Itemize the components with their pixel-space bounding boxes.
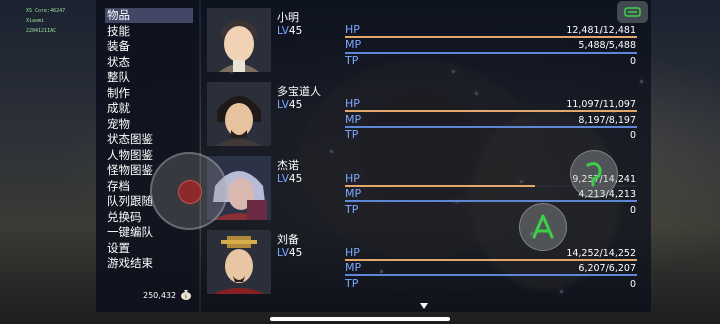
mp-bar bbox=[345, 274, 637, 276]
hp-bar-fill bbox=[345, 259, 637, 261]
tp-label: TP bbox=[345, 277, 359, 290]
virtual-joystick[interactable] bbox=[150, 152, 228, 230]
level-label: LV bbox=[277, 25, 289, 37]
mp-bar bbox=[345, 200, 637, 202]
level-value: 45 bbox=[288, 25, 303, 37]
hp-bar-fill bbox=[345, 110, 637, 112]
debug-line: Xiaomi bbox=[26, 18, 45, 24]
character-name: 刘备 bbox=[277, 233, 299, 246]
menu-item-formation[interactable]: 整队 bbox=[105, 70, 193, 85]
hp-value: 14,252/14,252 bbox=[566, 248, 636, 259]
mp-bar-fill bbox=[345, 52, 637, 54]
cancel-button[interactable] bbox=[570, 150, 618, 198]
mp-label: MP bbox=[345, 261, 362, 274]
mp-value: 8,197/8,197 bbox=[578, 115, 636, 126]
tp-value: 0 bbox=[629, 205, 636, 216]
scroll-down-arrow-icon[interactable] bbox=[419, 302, 429, 310]
hp-bar bbox=[345, 259, 637, 261]
gold-amount: 250,432 bbox=[143, 291, 177, 300]
mp-label: MP bbox=[345, 113, 362, 126]
menu-icon bbox=[624, 7, 641, 17]
portrait-xiaoming[interactable] bbox=[207, 8, 271, 72]
mp-label: MP bbox=[345, 38, 362, 51]
confirm-triangle-icon bbox=[532, 214, 554, 239]
character-level: LV45 bbox=[277, 99, 302, 111]
money-bag-icon: $ bbox=[181, 290, 191, 300]
hp-value: 11,097/11,097 bbox=[566, 99, 636, 110]
confirm-button[interactable] bbox=[519, 203, 567, 251]
hp-bar-fill bbox=[345, 185, 535, 187]
character-name: 多宝道人 bbox=[277, 85, 321, 98]
cancel-icon bbox=[586, 162, 602, 187]
menu-item-crafting[interactable]: 制作 bbox=[105, 86, 193, 101]
hp-bar-fill bbox=[345, 36, 637, 38]
mp-bar-fill bbox=[345, 200, 637, 202]
debug-line: 2204121IAC bbox=[26, 28, 57, 34]
level-label: LV bbox=[277, 173, 289, 185]
menu-item-status-codex[interactable]: 状态图鉴 bbox=[105, 132, 193, 147]
menu-button[interactable] bbox=[617, 1, 648, 23]
hp-bar bbox=[345, 110, 637, 112]
menu-item-settings[interactable]: 设置 bbox=[105, 241, 193, 256]
level-value: 45 bbox=[288, 173, 303, 185]
mp-bar-fill bbox=[345, 126, 637, 128]
level-label: LV bbox=[277, 247, 289, 259]
menu-item-pets[interactable]: 宠物 bbox=[105, 117, 193, 132]
portrait-duobao[interactable] bbox=[207, 82, 271, 146]
character-name: 杰诺 bbox=[277, 159, 299, 172]
hp-bar bbox=[345, 36, 637, 38]
mp-label: MP bbox=[345, 187, 362, 200]
menu-item-equip[interactable]: 装备 bbox=[105, 39, 193, 54]
mp-value: 6,207/6,207 bbox=[578, 263, 636, 274]
character-name: 小明 bbox=[277, 11, 299, 24]
character-level: LV45 bbox=[277, 25, 302, 37]
mp-value: 5,488/5,488 bbox=[578, 40, 636, 51]
hp-label: HP bbox=[345, 97, 360, 110]
hp-label: HP bbox=[345, 23, 360, 36]
menu-item-game-end[interactable]: 游戏结束 bbox=[105, 256, 193, 271]
tp-label: TP bbox=[345, 128, 359, 141]
menu-item-status[interactable]: 状态 bbox=[105, 55, 193, 70]
level-label: LV bbox=[277, 99, 289, 111]
hp-value: 12,481/12,481 bbox=[566, 25, 636, 36]
tp-value: 0 bbox=[629, 56, 636, 67]
character-level: LV45 bbox=[277, 247, 302, 259]
menu-item-items[interactable]: 物品 bbox=[105, 8, 193, 23]
debug-line: XS Core:46247 bbox=[26, 8, 66, 14]
menu-item-achievements[interactable]: 成就 bbox=[105, 101, 193, 116]
mp-bar bbox=[345, 52, 637, 54]
joystick-knob[interactable] bbox=[178, 180, 202, 204]
menu-item-skills[interactable]: 技能 bbox=[105, 24, 193, 39]
mp-bar bbox=[345, 126, 637, 128]
hp-label: HP bbox=[345, 246, 360, 259]
portrait-liubei[interactable] bbox=[207, 230, 271, 294]
tp-label: TP bbox=[345, 203, 359, 216]
mp-bar-fill bbox=[345, 274, 637, 276]
tp-value: 0 bbox=[629, 279, 636, 290]
device-debug-info: XS Core:46247 Xiaomi 2204121IAC bbox=[26, 6, 65, 36]
level-value: 45 bbox=[288, 99, 303, 111]
svg-text:$: $ bbox=[184, 294, 187, 300]
home-indicator[interactable] bbox=[270, 317, 450, 321]
character-level: LV45 bbox=[277, 173, 302, 185]
tp-value: 0 bbox=[629, 130, 636, 141]
level-value: 45 bbox=[288, 247, 303, 259]
tp-label: TP bbox=[345, 54, 359, 67]
hp-label: HP bbox=[345, 172, 360, 185]
